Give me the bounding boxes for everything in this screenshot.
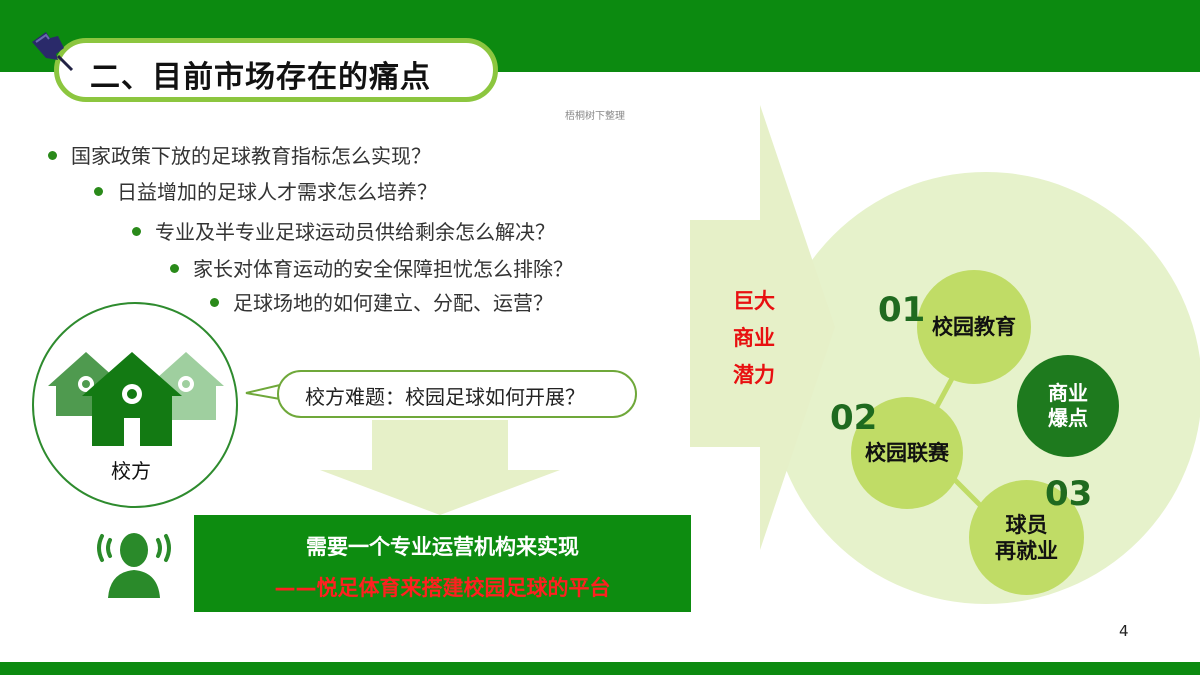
node-label: 商业 爆点	[1048, 381, 1088, 430]
node-business-hotspot: 商业 爆点	[1017, 355, 1119, 457]
node-number: 03	[1045, 474, 1093, 514]
node-number: 02	[830, 398, 878, 438]
node-campus-education: 校园教育	[917, 270, 1031, 384]
node-label: 校园联赛	[865, 441, 949, 465]
node-label: 校园教育	[932, 315, 1016, 339]
page-number: 4	[1119, 622, 1129, 640]
node-label: 球员 再就业	[995, 512, 1058, 563]
node-number: 01	[878, 290, 926, 330]
